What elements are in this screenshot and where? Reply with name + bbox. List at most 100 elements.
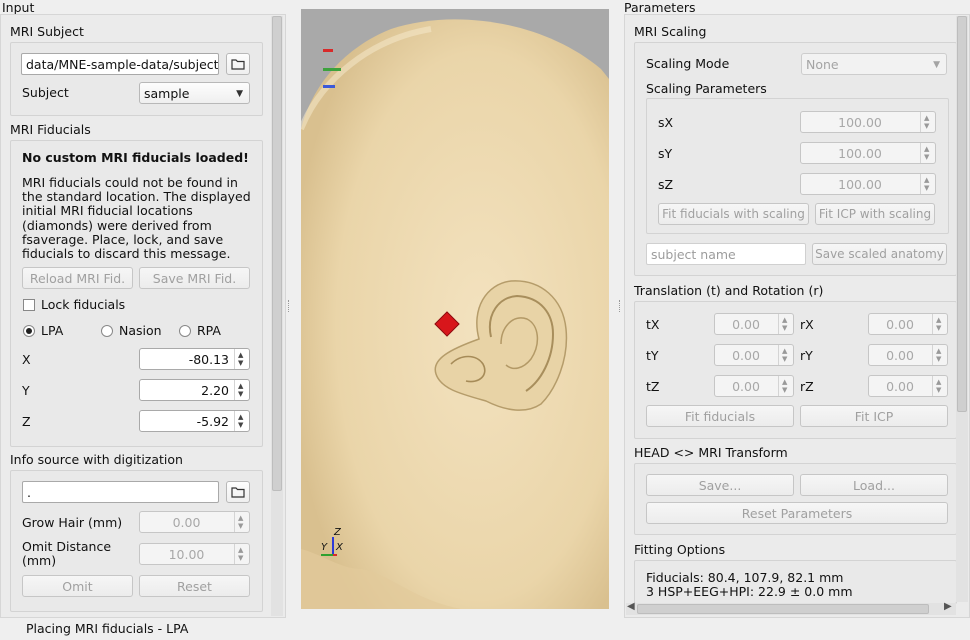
axis-y-label: Y	[321, 542, 328, 553]
radio-rpa[interactable]	[179, 325, 191, 337]
reset-button[interactable]: Reset	[139, 575, 250, 597]
input-scrollbar-thumb[interactable]	[272, 16, 282, 491]
subjects-dir-browse-button[interactable]	[226, 53, 250, 75]
info-source-input[interactable]: .	[22, 481, 219, 503]
chevron-up-icon[interactable]: ▲	[238, 547, 243, 554]
chevron-down-icon[interactable]: ▼	[936, 356, 941, 363]
chevron-up-icon[interactable]: ▲	[924, 146, 929, 153]
ty-value: 0.00	[732, 348, 760, 363]
fiducials-warning-text: MRI fiducials could not be found in the …	[22, 175, 251, 262]
chevron-down-icon[interactable]: ▼	[924, 185, 929, 192]
ty-label: tY	[646, 348, 659, 363]
grow-hair-value: 0.00	[172, 515, 201, 530]
tx-spinbox[interactable]: 0.00 ▲ ▼	[714, 313, 794, 335]
mri-fiducials-title: MRI Fiducials	[10, 122, 91, 137]
chevron-up-icon[interactable]: ▲	[936, 379, 941, 386]
lock-fiducials-checkbox[interactable]	[23, 299, 35, 311]
fit-icp-button[interactable]: Fit ICP	[800, 405, 948, 427]
fit-fiducials-button[interactable]: Fit fiducials	[646, 405, 794, 427]
chevron-up-icon[interactable]: ▲	[782, 348, 787, 355]
subject-name-input[interactable]: subject name	[646, 243, 806, 265]
chevron-up-icon[interactable]: ▲	[936, 317, 941, 324]
subject-select[interactable]: sample ▼	[139, 82, 250, 104]
chevron-up-icon[interactable]: ▲	[238, 414, 243, 421]
radio-nasion[interactable]	[101, 325, 113, 337]
radio-nasion-label: Nasion	[119, 323, 162, 338]
params-hscrollbar-thumb[interactable]	[637, 604, 929, 614]
transform-load-button[interactable]: Load...	[800, 474, 948, 496]
sy-label: sY	[658, 146, 673, 161]
rz-spinbox[interactable]: 0.00 ▲ ▼	[868, 375, 948, 397]
grow-hair-spinbox[interactable]: 0.00 ▲ ▼	[139, 511, 250, 533]
sy-spinbox[interactable]: 100.00 ▲ ▼	[800, 142, 936, 164]
omit-distance-spinbox[interactable]: 10.00 ▲ ▼	[139, 543, 250, 565]
transform-title: HEAD <> MRI Transform	[634, 445, 788, 460]
chevron-up-icon[interactable]: ▲	[924, 115, 929, 122]
chevron-down-icon[interactable]: ▼	[238, 391, 243, 398]
chevron-down-icon[interactable]: ▼	[238, 555, 243, 562]
chevron-right-icon[interactable]: ▶	[944, 601, 952, 612]
tz-spinbox[interactable]: 0.00 ▲ ▼	[714, 375, 794, 397]
fit-icp-scaling-button[interactable]: Fit ICP with scaling	[815, 203, 935, 225]
tz-value: 0.00	[732, 379, 760, 394]
folder-icon	[231, 487, 245, 498]
transform-save-button[interactable]: Save...	[646, 474, 794, 496]
sz-spinbox[interactable]: 100.00 ▲ ▼	[800, 173, 936, 195]
ry-spinbox[interactable]: 0.00 ▲ ▼	[868, 344, 948, 366]
folder-icon	[231, 59, 245, 70]
chevron-down-icon: ▼	[236, 89, 243, 99]
rx-label: rX	[800, 317, 814, 332]
y-spinbox[interactable]: 2.20 ▲ ▼	[139, 379, 250, 401]
ty-spinbox[interactable]: 0.00 ▲ ▼	[714, 344, 794, 366]
chevron-down-icon[interactable]: ▼	[238, 360, 243, 367]
chevron-down-icon[interactable]: ▼	[936, 387, 941, 394]
chevron-up-icon[interactable]: ▲	[238, 515, 243, 522]
status-text: Placing MRI fiducials - LPA	[26, 621, 189, 636]
chevron-up-icon[interactable]: ▲	[238, 352, 243, 359]
save-scaled-anatomy-button[interactable]: Save scaled anatomy	[812, 243, 947, 265]
params-vscrollbar-thumb[interactable]	[957, 16, 967, 412]
chevron-down-icon[interactable]: ▼	[238, 422, 243, 429]
save-mri-fid-button[interactable]: Save MRI Fid.	[139, 267, 250, 289]
reload-mri-fid-button[interactable]: Reload MRI Fid.	[22, 267, 133, 289]
fit-fiducials-scaling-button[interactable]: Fit fiducials with scaling	[658, 203, 809, 225]
axis-x-label: X	[336, 542, 343, 553]
sx-spinbox[interactable]: 100.00 ▲ ▼	[800, 111, 936, 133]
chevron-up-icon[interactable]: ▲	[936, 348, 941, 355]
chevron-up-icon[interactable]: ▲	[238, 383, 243, 390]
x-spinbox[interactable]: -80.13 ▲ ▼	[139, 348, 250, 370]
radio-lpa[interactable]	[23, 325, 35, 337]
y-label: Y	[22, 383, 30, 398]
sz-value: 100.00	[838, 177, 882, 192]
rz-label: rZ	[800, 379, 814, 394]
mri-scaling-title: MRI Scaling	[634, 24, 707, 39]
mri-subject-title: MRI Subject	[10, 24, 84, 39]
info-source-browse-button[interactable]	[226, 481, 250, 503]
3d-viewer[interactable]: Z Y X	[301, 9, 609, 609]
scaling-mode-select[interactable]: None ▼	[801, 53, 947, 75]
chevron-down-icon[interactable]: ▼	[238, 523, 243, 530]
chevron-up-icon[interactable]: ▲	[782, 379, 787, 386]
chevron-left-icon[interactable]: ◀	[627, 601, 635, 612]
reset-parameters-button[interactable]: Reset Parameters	[646, 502, 948, 524]
chevron-down-icon[interactable]: ▼	[924, 154, 929, 161]
chevron-down-icon: ▼	[933, 60, 940, 70]
chevron-down-icon[interactable]: ▼	[924, 123, 929, 130]
left-splitter-handle[interactable]	[288, 300, 292, 312]
chevron-down-icon[interactable]: ▼	[936, 325, 941, 332]
right-splitter-handle[interactable]	[619, 300, 623, 312]
chevron-down-icon[interactable]: ▼	[782, 325, 787, 332]
subjects-dir-input[interactable]: data/MNE-sample-data/subjects	[21, 53, 219, 75]
chevron-down-icon[interactable]: ▼	[782, 356, 787, 363]
y-value: 2.20	[201, 383, 229, 398]
omit-distance-label: Omit Distance (mm)	[22, 539, 112, 568]
head-surface	[301, 19, 609, 609]
chevron-up-icon[interactable]: ▲	[782, 317, 787, 324]
rx-spinbox[interactable]: 0.00 ▲ ▼	[868, 313, 948, 335]
chevron-down-icon[interactable]: ▼	[782, 387, 787, 394]
translation-title: Translation (t) and Rotation (r)	[634, 283, 824, 298]
rz-value: 0.00	[886, 379, 914, 394]
z-spinbox[interactable]: -5.92 ▲ ▼	[139, 410, 250, 432]
omit-button[interactable]: Omit	[22, 575, 133, 597]
chevron-up-icon[interactable]: ▲	[924, 177, 929, 184]
